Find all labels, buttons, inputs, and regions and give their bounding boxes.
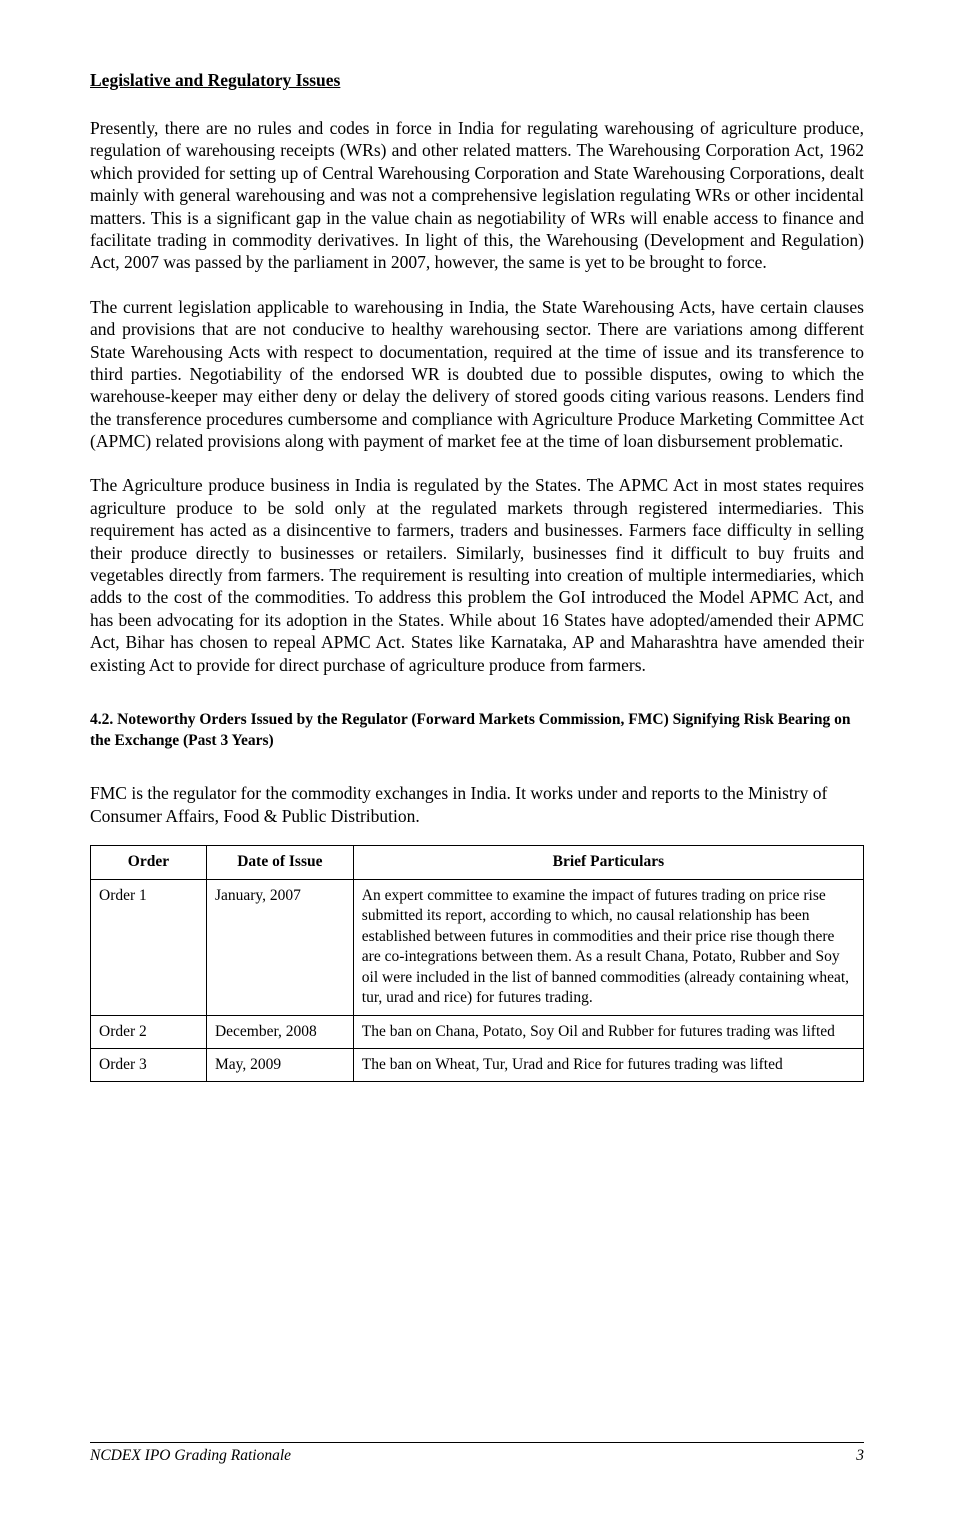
- footer-right: 3: [856, 1447, 864, 1465]
- table-row: Order 1 January, 2007 An expert committe…: [91, 879, 864, 1015]
- intro-text: FMC is the regulator for the commodity e…: [90, 782, 864, 828]
- col-header-date: Date of Issue: [206, 846, 353, 879]
- cell-date: May, 2009: [206, 1048, 353, 1081]
- paragraph-1: Presently, there are no rules and codes …: [90, 117, 864, 274]
- page-footer: NCDEX IPO Grading Rationale 3: [90, 1442, 864, 1465]
- cell-date: December, 2008: [206, 1015, 353, 1048]
- table-row: Order 2 December, 2008 The ban on Chana,…: [91, 1015, 864, 1048]
- cell-order: Order 3: [91, 1048, 207, 1081]
- table-header-row: Order Date of Issue Brief Particulars: [91, 846, 864, 879]
- cell-brief: The ban on Wheat, Tur, Urad and Rice for…: [353, 1048, 863, 1081]
- col-header-order: Order: [91, 846, 207, 879]
- cell-order: Order 2: [91, 1015, 207, 1048]
- col-header-brief: Brief Particulars: [353, 846, 863, 879]
- footer-left: NCDEX IPO Grading Rationale: [90, 1447, 291, 1465]
- cell-brief: The ban on Chana, Potato, Soy Oil and Ru…: [353, 1015, 863, 1048]
- paragraph-2: The current legislation applicable to wa…: [90, 296, 864, 453]
- table-row: Order 3 May, 2009 The ban on Wheat, Tur,…: [91, 1048, 864, 1081]
- section-heading: Legislative and Regulatory Issues: [90, 70, 864, 91]
- orders-table: Order Date of Issue Brief Particulars Or…: [90, 845, 864, 1082]
- cell-brief: An expert committee to examine the impac…: [353, 879, 863, 1015]
- risk-section-heading: 4.2. Noteworthy Orders Issued by the Reg…: [90, 710, 864, 752]
- cell-date: January, 2007: [206, 879, 353, 1015]
- paragraph-3: The Agriculture produce business in Indi…: [90, 474, 864, 676]
- cell-order: Order 1: [91, 879, 207, 1015]
